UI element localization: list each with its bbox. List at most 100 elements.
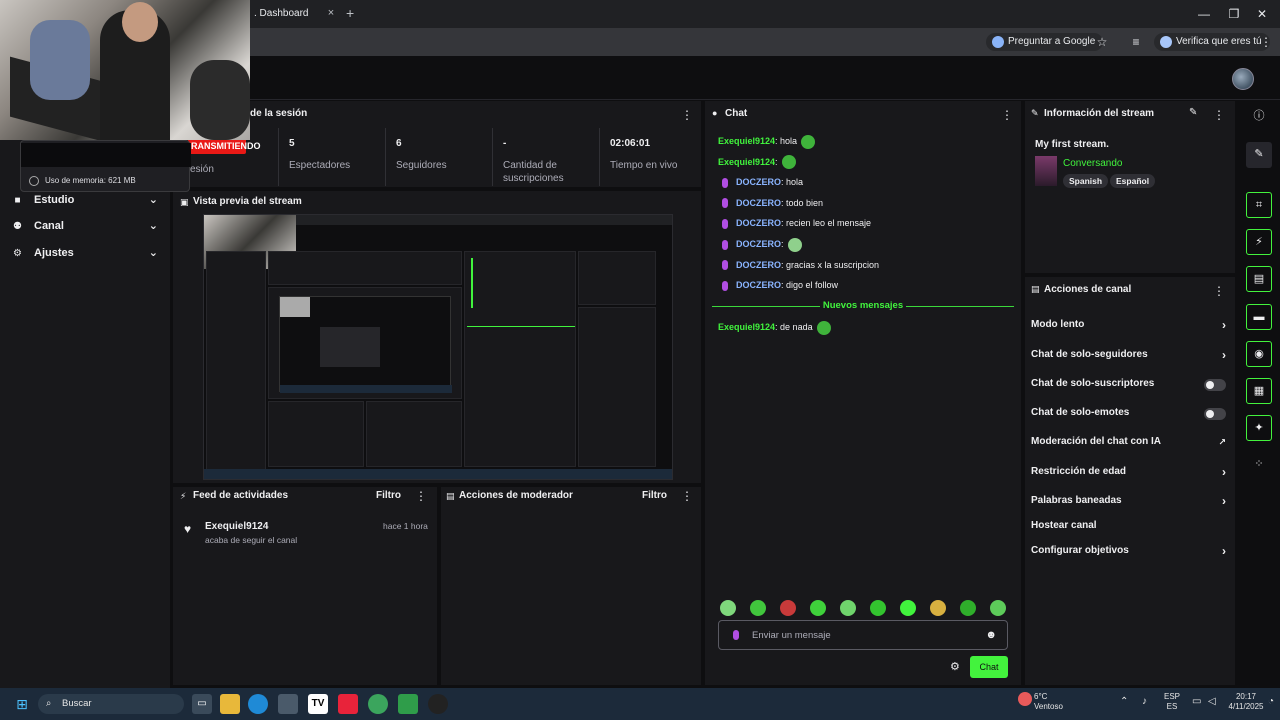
channel-action-chat-de-solo-emotes[interactable]: Chat de solo-emotes	[1031, 404, 1226, 422]
chat-input[interactable]: Enviar un mensaje ☻	[718, 620, 1008, 650]
chat-username[interactable]: DOCZERO	[736, 239, 781, 249]
app-icon[interactable]	[338, 694, 358, 714]
tab-close-icon[interactable]: ×	[325, 7, 337, 19]
preview-icon: ▣	[180, 197, 189, 207]
verify-identity-button[interactable]: Verifica que eres tú	[1154, 33, 1270, 51]
chrome-icon[interactable]	[368, 694, 388, 714]
layout-icon[interactable]: ▦	[1246, 378, 1272, 404]
channel-action-label: Chat de solo-suscriptores	[1031, 378, 1155, 389]
emote-button[interactable]	[720, 600, 736, 616]
chat-username[interactable]: DOCZERO	[736, 260, 781, 270]
activity-menu-icon[interactable]: ⋮	[415, 489, 427, 503]
pencil-icon[interactable]: ✎	[1246, 142, 1272, 168]
taskbar-search[interactable]: ⌕ Buscar	[38, 694, 184, 714]
channel-action-hostear-canal[interactable]: Hostear canal	[1031, 517, 1226, 535]
notification-icon[interactable]: ◔	[1268, 697, 1274, 707]
ask-google-button[interactable]: Preguntar a Google	[986, 33, 1104, 51]
tag-espanol[interactable]: Español	[1110, 174, 1156, 188]
reading-list-icon[interactable]: ≡	[1128, 33, 1144, 51]
chat-username[interactable]: Exequiel9124	[718, 157, 775, 167]
emote-button[interactable]	[810, 600, 826, 616]
microphone-icon[interactable]: ♪	[1142, 697, 1147, 707]
sidebar-item-canal[interactable]: ⚉ Canal ⌄	[12, 216, 162, 236]
chat-username[interactable]: DOCZERO	[736, 218, 781, 228]
channel-action-restricci-n-de-edad[interactable]: Restricción de edad ›	[1031, 463, 1226, 481]
chat-username[interactable]: DOCZERO	[736, 177, 781, 187]
activity-filter-button[interactable]: Filtro	[376, 490, 401, 501]
chat-username[interactable]: Exequiel9124	[718, 136, 775, 146]
session-label: esión	[190, 164, 214, 175]
stream-info-menu-icon[interactable]: ⋮	[1213, 108, 1225, 122]
chat-username[interactable]: Exequiel9124	[718, 322, 775, 332]
sidebar-item-label: Estudio	[34, 194, 75, 206]
clock[interactable]: 20:17 4/11/2025	[1226, 692, 1266, 712]
windows-start-icon[interactable]: ⊞	[12, 694, 32, 714]
toggle-switch[interactable]	[1204, 408, 1226, 420]
emote-button[interactable]	[930, 600, 946, 616]
network-icon[interactable]: ▭	[1192, 697, 1201, 707]
weather-widget[interactable]: 6°C Ventoso	[1034, 692, 1063, 712]
emote-button[interactable]	[990, 600, 1006, 616]
store-icon[interactable]	[278, 694, 298, 714]
chat-menu-icon[interactable]: ⋮	[1001, 108, 1013, 122]
utorrent-icon[interactable]	[398, 694, 418, 714]
edit-icon[interactable]: ✎	[1189, 107, 1197, 118]
emote-button[interactable]	[780, 600, 796, 616]
chat-text: : de nada	[775, 322, 813, 332]
channel-action-palabras-baneadas[interactable]: Palabras baneadas ›	[1031, 492, 1226, 510]
channel-action-chat-de-solo-suscriptores[interactable]: Chat de solo-suscriptores	[1031, 375, 1226, 393]
tag-spanish[interactable]: Spanish	[1063, 174, 1109, 188]
more-icon[interactable]: ⁘	[1246, 452, 1272, 478]
mod-menu-icon[interactable]: ⋮	[681, 489, 693, 503]
session-menu-icon[interactable]: ⋮	[681, 108, 693, 122]
language-indicator[interactable]: ESP ES	[1164, 692, 1180, 712]
lightning-icon[interactable]: ⚡	[1246, 229, 1272, 255]
emote-button[interactable]	[840, 600, 856, 616]
chat-username[interactable]: DOCZERO	[736, 198, 781, 208]
chevron-right-icon: ›	[1222, 348, 1226, 362]
browser-menu-icon[interactable]: ⋮	[1258, 33, 1274, 51]
toggle-switch[interactable]	[1204, 379, 1226, 391]
chat-username[interactable]: DOCZERO	[736, 280, 781, 290]
channel-action-moderaci-n-del-chat-con-ia[interactable]: Moderación del chat con IA ↗	[1031, 433, 1226, 451]
broadcast-icon[interactable]: ◉	[1246, 341, 1272, 367]
stat-label: Tiempo en vivo	[610, 160, 678, 171]
emote-button[interactable]	[900, 600, 916, 616]
emote-button[interactable]	[870, 600, 886, 616]
focus-icon[interactable]: ⌗	[1246, 192, 1272, 218]
emoji-icon[interactable]: ☻	[985, 629, 997, 641]
clipboard-icon[interactable]: ▤	[1246, 266, 1272, 292]
chat-send-button[interactable]: Chat	[970, 656, 1008, 678]
emote-button[interactable]	[960, 600, 976, 616]
channel-action-configurar-objetivos[interactable]: Configurar objetivos ›	[1031, 542, 1226, 560]
close-window-icon[interactable]: ✕	[1254, 6, 1270, 22]
user-avatar[interactable]	[1232, 68, 1254, 90]
volume-icon[interactable]: ◁	[1208, 697, 1216, 707]
chat-settings-icon[interactable]: ⚙	[950, 660, 960, 673]
channel-action-chat-de-solo-seguidores[interactable]: Chat de solo-seguidores ›	[1031, 346, 1226, 364]
maximize-icon[interactable]: ❐	[1226, 6, 1242, 22]
mic-icon	[722, 177, 728, 188]
edge-icon[interactable]	[248, 694, 268, 714]
channel-action-modo-lento[interactable]: Modo lento ›	[1031, 316, 1226, 334]
tools-icon[interactable]: ✦	[1246, 415, 1272, 441]
mod-filter-button[interactable]: Filtro	[642, 490, 667, 501]
sidebar-item-ajustes[interactable]: ⚙ Ajustes ⌄	[12, 243, 162, 263]
message-icon[interactable]: ▬	[1246, 304, 1272, 330]
emote-button[interactable]	[750, 600, 766, 616]
chevron-up-icon[interactable]: ⌃	[1120, 697, 1128, 707]
obs-icon[interactable]	[428, 694, 448, 714]
preview-chat	[464, 251, 576, 467]
sidebar-item-estudio[interactable]: ■ Estudio ⌄	[12, 190, 162, 210]
bookmark-star-icon[interactable]: ☆	[1094, 33, 1110, 51]
info-icon[interactable]: ⓘ	[1246, 104, 1272, 130]
tab-thumbnail	[21, 143, 191, 167]
file-explorer-icon[interactable]	[220, 694, 240, 714]
minimize-icon[interactable]: —	[1196, 6, 1212, 22]
channel-actions-menu-icon[interactable]: ⋮	[1213, 284, 1225, 298]
task-view-icon[interactable]: ▭	[192, 694, 212, 714]
new-tab-icon[interactable]: +	[346, 6, 360, 20]
stream-category[interactable]: Conversando	[1063, 158, 1122, 169]
chat-message: Exequiel9124: de nada	[718, 319, 831, 335]
tiktok-live-icon[interactable]: TV	[308, 694, 328, 714]
